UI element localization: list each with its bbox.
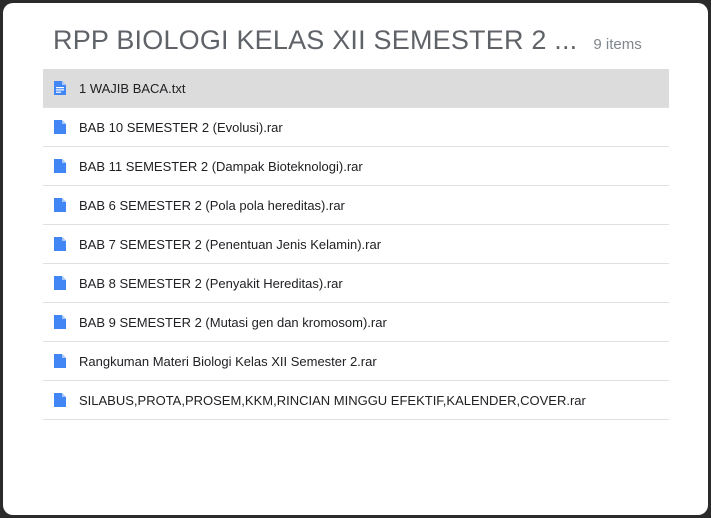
file-icon: [54, 393, 66, 407]
file-row[interactable]: BAB 11 SEMESTER 2 (Dampak Bioteknologi).…: [43, 147, 669, 186]
file-row[interactable]: BAB 6 SEMESTER 2 (Pola pola hereditas).r…: [43, 186, 669, 225]
file-name: SILABUS,PROTA,PROSEM,KKM,RINCIAN MINGGU …: [79, 392, 586, 408]
file-icon: [54, 120, 66, 134]
file-icon: [54, 276, 66, 290]
file-list: 1 WAJIB BACA.txt BAB 10 SEMESTER 2 (Evol…: [43, 69, 669, 420]
file-row[interactable]: BAB 8 SEMESTER 2 (Penyakit Hereditas).ra…: [43, 264, 669, 303]
file-icon: [54, 159, 66, 173]
file-icon: [54, 237, 66, 251]
file-name: BAB 10 SEMESTER 2 (Evolusi).rar: [79, 119, 283, 135]
file-name: BAB 9 SEMESTER 2 (Mutasi gen dan kromoso…: [79, 314, 387, 330]
file-name: BAB 6 SEMESTER 2 (Pola pola hereditas).r…: [79, 197, 345, 213]
file-row[interactable]: BAB 9 SEMESTER 2 (Mutasi gen dan kromoso…: [43, 303, 669, 342]
file-row[interactable]: Rangkuman Materi Biologi Kelas XII Semes…: [43, 342, 669, 381]
folder-header: RPP BIOLOGI KELAS XII SEMESTER 2 ... 9 i…: [53, 25, 678, 65]
file-name: 1 WAJIB BACA.txt: [79, 80, 186, 96]
file-name: BAB 7 SEMESTER 2 (Penentuan Jenis Kelami…: [79, 236, 382, 252]
folder-panel: RPP BIOLOGI KELAS XII SEMESTER 2 ... 9 i…: [3, 3, 708, 515]
file-icon: [54, 354, 66, 368]
file-row[interactable]: BAB 7 SEMESTER 2 (Penentuan Jenis Kelami…: [43, 225, 669, 264]
text-document-icon: [54, 81, 66, 95]
file-icon: [54, 198, 66, 212]
folder-title: RPP BIOLOGI KELAS XII SEMESTER 2 ...: [53, 25, 578, 55]
file-name: BAB 11 SEMESTER 2 (Dampak Bioteknologi).…: [79, 158, 363, 174]
file-row[interactable]: 1 WAJIB BACA.txt: [43, 69, 669, 108]
file-name: Rangkuman Materi Biologi Kelas XII Semes…: [79, 353, 377, 369]
file-row[interactable]: SILABUS,PROTA,PROSEM,KKM,RINCIAN MINGGU …: [43, 381, 669, 420]
file-row[interactable]: BAB 10 SEMESTER 2 (Evolusi).rar: [43, 108, 669, 147]
item-count: 9 items: [593, 36, 642, 53]
file-name: BAB 8 SEMESTER 2 (Penyakit Hereditas).ra…: [79, 275, 343, 291]
file-icon: [54, 315, 66, 329]
